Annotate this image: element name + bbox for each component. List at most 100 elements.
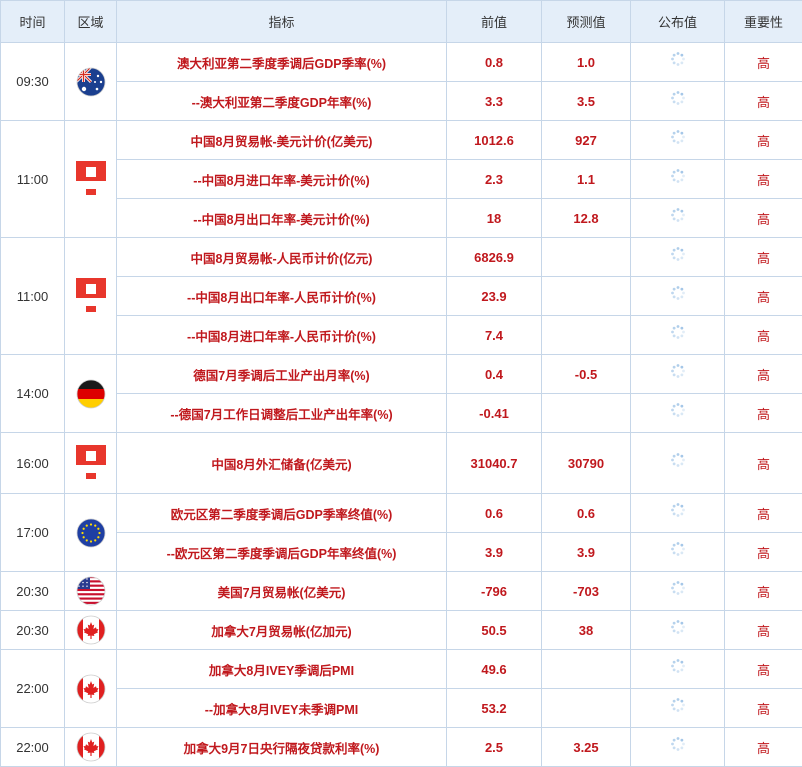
indicator-link[interactable]: --中国8月进口年率-美元计价(%) [117,160,447,199]
australia-flag-icon [65,67,116,97]
event-time: 16:00 [1,433,65,494]
header-time: 时间 [1,1,65,43]
event-time: 20:30 [1,572,65,611]
indicator-link[interactable]: 中国8月外汇储备(亿美元) [117,433,447,494]
loading-spinner-icon [670,363,686,379]
indicator-link[interactable]: --欧元区第二季度季调后GDP年率终值(%) [117,533,447,572]
indicator-link[interactable]: 欧元区第二季度季调后GDP季率终值(%) [117,494,447,533]
forecast-value: -703 [542,572,631,611]
importance-level: 高 [725,277,802,316]
importance-level: 高 [725,533,802,572]
actual-value [631,277,725,316]
loading-spinner-icon [670,207,686,223]
previous-value: 18 [447,199,542,238]
header-actual: 公布值 [631,1,725,43]
header-importance: 重要性 [725,1,802,43]
actual-value [631,238,725,277]
indicator-link[interactable]: 加拿大7月贸易帐(亿加元) [117,611,447,650]
loading-spinner-icon [670,580,686,596]
indicator-link[interactable]: --德国7月工作日调整后工业产出年率(%) [117,394,447,433]
importance-level: 高 [725,728,802,767]
eu-flag-icon [65,518,116,548]
importance-level: 高 [725,689,802,728]
germany-flag-icon [65,379,116,409]
previous-value: 0.8 [447,43,542,82]
importance-level: 高 [725,494,802,533]
actual-value [631,533,725,572]
indicator-link[interactable]: --中国8月出口年率-人民币计价(%) [117,277,447,316]
forecast-value [542,394,631,433]
importance-level: 高 [725,572,802,611]
indicator-link[interactable]: --澳大利亚第二季度GDP年率(%) [117,82,447,121]
table-row: 14:00德国7月季调后工业产出月率(%)0.4-0.5高 [1,355,802,394]
table-row: --中国8月出口年率-美元计价(%)1812.8高 [1,199,802,238]
indicator-link[interactable]: 加拿大9月7日央行隔夜贷款利率(%) [117,728,447,767]
header-forecast: 预测值 [542,1,631,43]
table-row: --中国8月进口年率-美元计价(%)2.31.1高 [1,160,802,199]
region-cell [65,355,117,433]
loading-spinner-icon [670,51,686,67]
loading-spinner-icon [670,502,686,518]
importance-level: 高 [725,433,802,494]
previous-value: 3.9 [447,533,542,572]
actual-value [631,160,725,199]
previous-value: 0.4 [447,355,542,394]
forecast-value: -0.5 [542,355,631,394]
china-flag-icon [65,149,116,209]
importance-level: 高 [725,238,802,277]
indicator-link[interactable]: --加拿大8月IVEY未季调PMI [117,689,447,728]
forecast-value [542,277,631,316]
importance-level: 高 [725,160,802,199]
actual-value [631,43,725,82]
loading-spinner-icon [670,285,686,301]
previous-value: 6826.9 [447,238,542,277]
actual-value [631,355,725,394]
indicator-link[interactable]: 澳大利亚第二季度季调后GDP季率(%) [117,43,447,82]
indicator-link[interactable]: --中国8月出口年率-美元计价(%) [117,199,447,238]
china-flag-icon [65,266,116,326]
importance-level: 高 [725,121,802,160]
loading-spinner-icon [670,619,686,635]
actual-value [631,82,725,121]
forecast-value [542,238,631,277]
region-cell [65,433,117,494]
event-time: 22:00 [1,728,65,767]
importance-level: 高 [725,650,802,689]
indicator-link[interactable]: 德国7月季调后工业产出月率(%) [117,355,447,394]
table-row: 11:00中国8月贸易帐-人民币计价(亿元)6826.9高 [1,238,802,277]
indicator-link[interactable]: 中国8月贸易帐-人民币计价(亿元) [117,238,447,277]
indicator-link[interactable]: 中国8月贸易帐-美元计价(亿美元) [117,121,447,160]
indicator-link[interactable]: 加拿大8月IVEY季调后PMI [117,650,447,689]
forecast-value: 0.6 [542,494,631,533]
actual-value [631,689,725,728]
indicator-link[interactable]: --中国8月进口年率-人民币计价(%) [117,316,447,355]
forecast-value: 1.1 [542,160,631,199]
actual-value [631,650,725,689]
forecast-value: 3.9 [542,533,631,572]
table-row: 11:00中国8月贸易帐-美元计价(亿美元)1012.6927高 [1,121,802,160]
previous-value: 49.6 [447,650,542,689]
forecast-value [542,316,631,355]
header-previous: 前值 [447,1,542,43]
table-body: 09:30澳大利亚第二季度季调后GDP季率(%)0.81.0高--澳大利亚第二季… [1,43,802,767]
event-time: 22:00 [1,650,65,728]
region-cell [65,572,117,611]
forecast-value [542,650,631,689]
previous-value: 7.4 [447,316,542,355]
forecast-value [542,689,631,728]
actual-value [631,121,725,160]
table-row: 20:30美国7月贸易帐(亿美元)-796-703高 [1,572,802,611]
previous-value: 23.9 [447,277,542,316]
event-time: 09:30 [1,43,65,121]
usa-flag-icon [65,576,116,606]
actual-value [631,433,725,494]
importance-level: 高 [725,199,802,238]
header-region: 区域 [65,1,117,43]
region-cell [65,238,117,355]
loading-spinner-icon [670,402,686,418]
table-row: --中国8月出口年率-人民币计价(%)23.9 高 [1,277,802,316]
event-time: 11:00 [1,121,65,238]
region-cell [65,494,117,572]
indicator-link[interactable]: 美国7月贸易帐(亿美元) [117,572,447,611]
loading-spinner-icon [670,129,686,145]
